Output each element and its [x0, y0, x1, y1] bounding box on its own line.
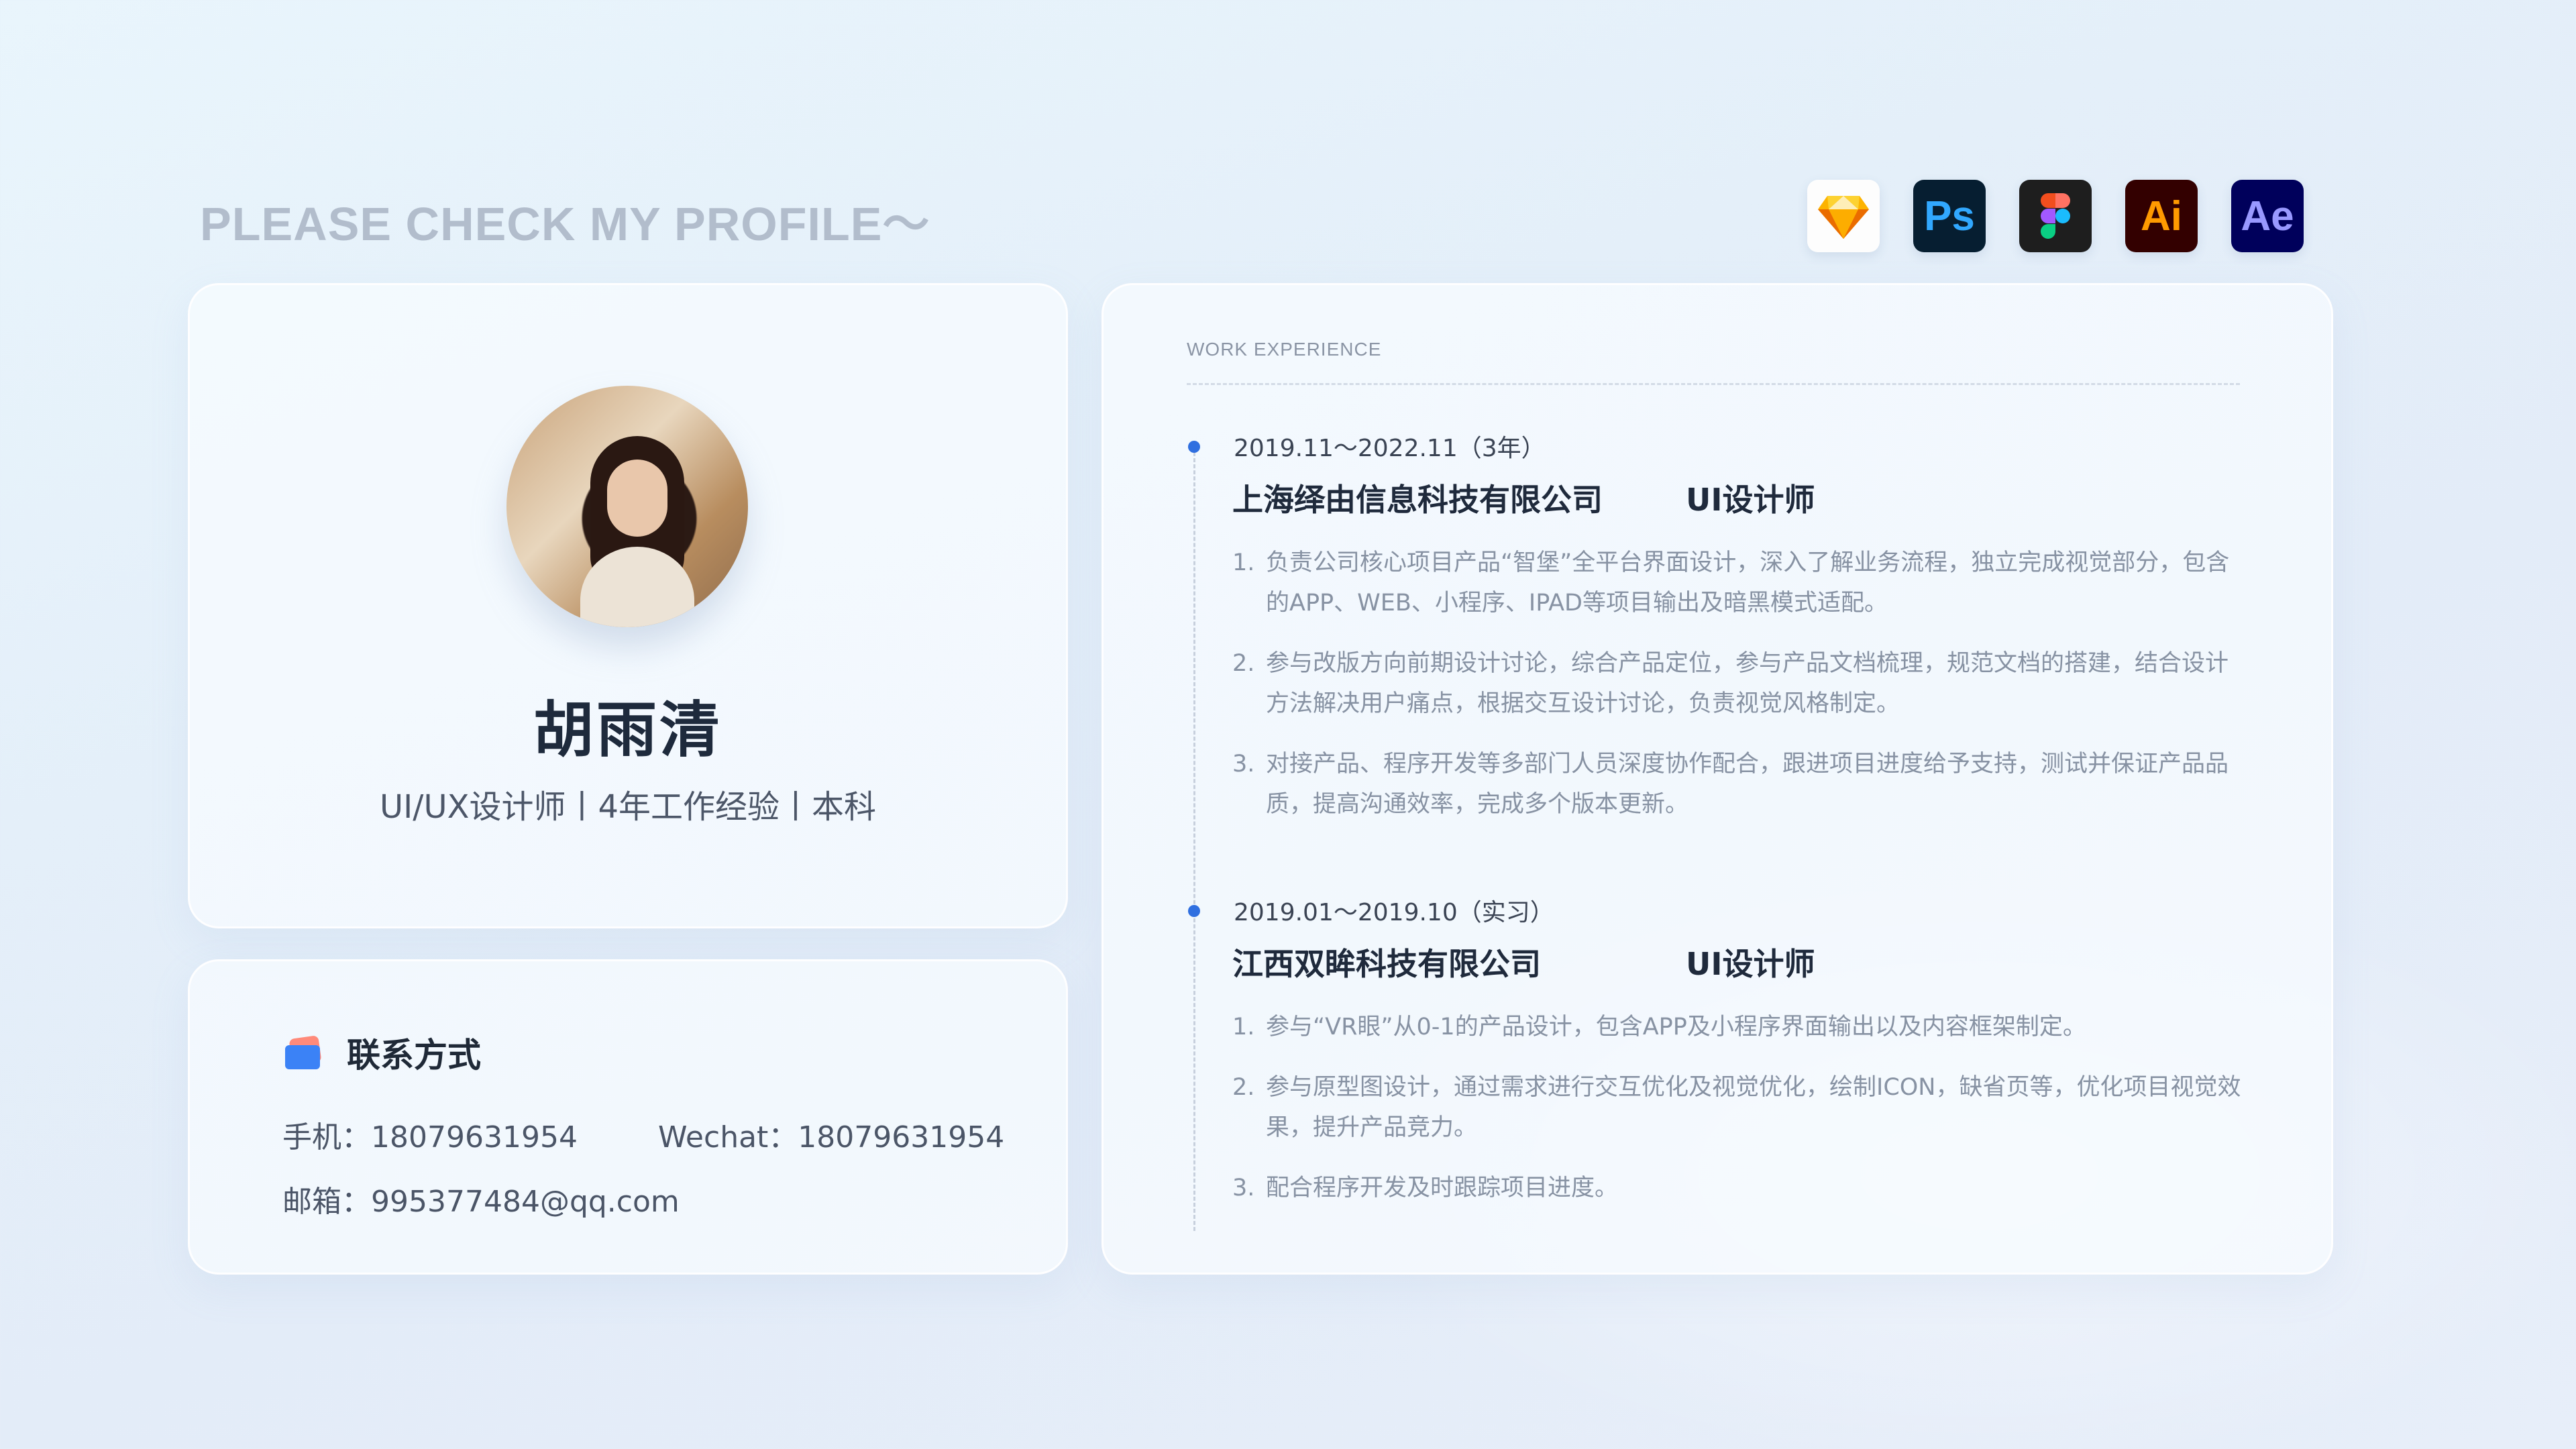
timeline-dot [1188, 441, 1200, 453]
profile-subtitle: UI/UX设计师丨4年工作经验丨本科 [379, 788, 877, 826]
duty-text: 负责公司核心项目产品“智堡”全平台界面设计，深入了解业务流程，独立完成视觉部分，… [1266, 549, 2230, 616]
avatar [506, 386, 748, 627]
duty-text: 对接产品、程序开发等多部门人员深度协作配合，跟进项目进度给予支持，测试并保证产品… [1266, 751, 2229, 818]
divider [1187, 383, 2240, 385]
duty-item: 1. 负责公司核心项目产品“智堡”全平台界面设计，深入了解业务流程，独立完成视觉… [1232, 543, 2245, 623]
work-experience-card: WORK EXPERIENCE 2019.11～2022.11（3年） 上海绎由… [1102, 283, 2333, 1275]
duty-item: 2. 参与原型图设计，通过需求进行交互优化及视觉优化，绘制ICON，缺省页等，优… [1232, 1067, 2245, 1148]
duty-item: 2. 参与改版方向前期设计讨论，综合产品定位，参与产品文档梳理，规范文档的搭建，… [1232, 643, 2245, 724]
contact-title: 联系方式 [347, 1036, 481, 1075]
duty-number: 2. [1232, 1074, 1255, 1101]
page-headline: PLEASE CHECK MY PROFILE～ [200, 198, 930, 250]
contact-card: 联系方式 手机：18079631954 Wechat：18079631954 邮… [188, 959, 1068, 1275]
after-effects-icon: Ae [2231, 180, 2304, 252]
photoshop-icon: Ps [1913, 180, 1986, 252]
profile-card: 胡雨清 UI/UX设计师丨4年工作经验丨本科 [188, 283, 1068, 928]
job-duties: 1. 负责公司核心项目产品“智堡”全平台界面设计，深入了解业务流程，独立完成视觉… [1232, 543, 2245, 845]
job-company: 上海绎由信息科技有限公司 [1232, 482, 1603, 518]
timeline-dot [1188, 905, 1200, 917]
duty-number: 1. [1232, 549, 1255, 576]
job-duties: 1. 参与“VR眼”从0-1的产品设计，包含APP及小程序界面输出以及内容框架制… [1232, 1007, 2245, 1228]
contact-phone: 手机：18079631954 [282, 1120, 578, 1155]
duty-number: 2. [1232, 650, 1255, 677]
figma-icon [2019, 180, 2092, 252]
contact-email: 邮箱：995377484@qq.com [282, 1185, 680, 1219]
job-period: 2019.11～2022.11（3年） [1234, 435, 1546, 462]
duty-number: 3. [1232, 751, 1255, 777]
duty-number: 1. [1232, 1014, 1255, 1040]
duty-item: 1. 参与“VR眼”从0-1的产品设计，包含APP及小程序界面输出以及内容框架制… [1232, 1007, 2245, 1047]
timeline-line [1193, 446, 1195, 1231]
duty-number: 3. [1232, 1175, 1255, 1201]
duty-item: 3. 对接产品、程序开发等多部门人员深度协作配合，跟进项目进度给予支持，测试并保… [1232, 744, 2245, 824]
duty-text: 参与原型图设计，通过需求进行交互优化及视觉优化，绘制ICON，缺省页等，优化项目… [1266, 1074, 2241, 1141]
mailbox-icon [285, 1035, 323, 1069]
duty-text: 参与“VR眼”从0-1的产品设计，包含APP及小程序界面输出以及内容框架制定。 [1266, 1014, 2086, 1040]
sketch-icon [1807, 180, 1880, 252]
work-experience-label: WORK EXPERIENCE [1187, 339, 1382, 360]
job-role: UI设计师 [1686, 946, 1815, 982]
tool-icons: Ps Ai Ae [1807, 180, 2304, 252]
duty-text: 参与改版方向前期设计讨论，综合产品定位，参与产品文档梳理，规范文档的搭建，结合设… [1266, 650, 2229, 717]
job-company: 江西双眸科技有限公司 [1232, 946, 1541, 982]
illustrator-icon: Ai [2125, 180, 2198, 252]
profile-name: 胡雨清 [533, 695, 722, 765]
duty-text: 配合程序开发及时跟踪项目进度。 [1266, 1175, 1619, 1201]
job-role: UI设计师 [1686, 482, 1815, 518]
contact-wechat: Wechat：18079631954 [658, 1120, 1005, 1155]
duty-item: 3. 配合程序开发及时跟踪项目进度。 [1232, 1168, 2245, 1208]
job-period: 2019.01～2019.10（实习） [1234, 899, 1554, 926]
contact-header: 联系方式 [285, 1028, 481, 1077]
